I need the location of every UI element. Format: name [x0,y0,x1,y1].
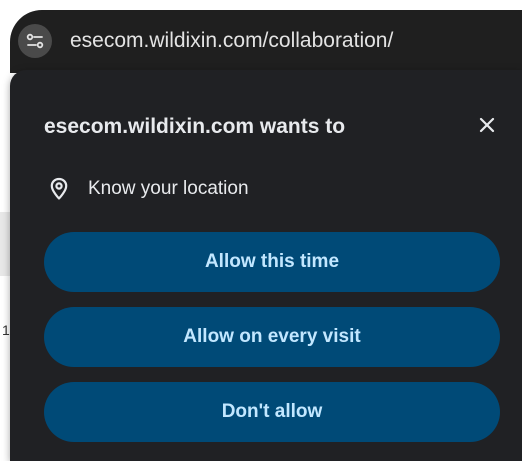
background-page-edge [0,212,10,276]
background-page-text: 1 [2,322,10,338]
site-info-button[interactable] [18,24,52,58]
location-pin-icon [50,177,68,200]
close-button[interactable] [470,108,504,142]
permission-prompt: esecom.wildixin.com wants to Know your l… [10,70,522,461]
address-bar[interactable]: esecom.wildixin.com/collaboration/ [10,10,522,73]
dont-allow-button[interactable]: Don't allow [44,382,500,442]
allow-on-every-visit-button[interactable]: Allow on every visit [44,307,500,367]
allow-this-time-button[interactable]: Allow this time [44,232,500,292]
close-icon [479,117,495,133]
permission-label: Know your location [88,178,249,199]
screenshot: 1 esecom.wildixin.com/collaboration/ ese… [0,0,522,461]
tune-icon [26,33,44,49]
url-text[interactable]: esecom.wildixin.com/collaboration/ [70,28,393,54]
permission-row: Know your location [50,174,249,204]
prompt-title: esecom.wildixin.com wants to [44,115,346,138]
